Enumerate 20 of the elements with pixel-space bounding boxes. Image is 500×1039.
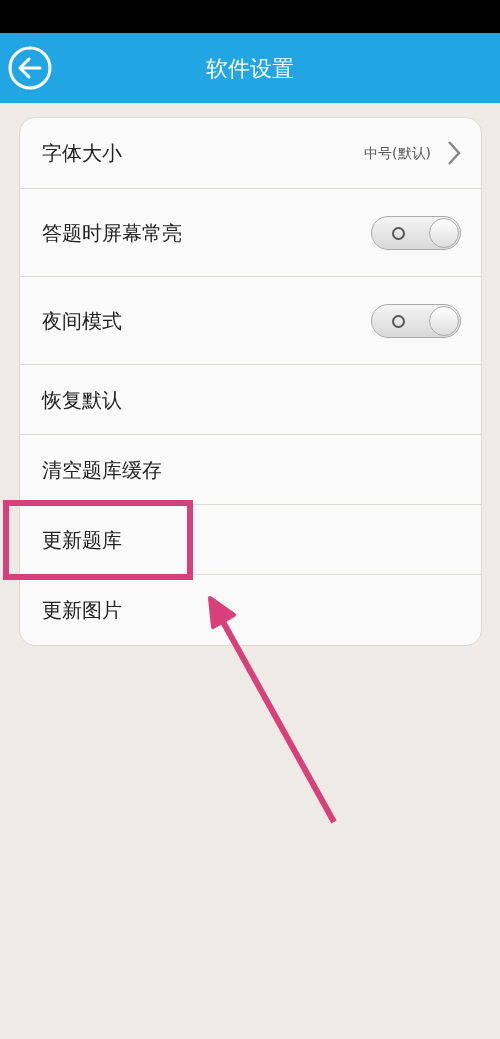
toggle-switch[interactable] [371,215,461,250]
chevron-right-icon [447,140,461,166]
page-title: 软件设置 [206,54,294,83]
setting-label: 清空题库缓存 [42,456,162,484]
setting-label: 恢复默认 [42,386,122,414]
setting-label: 字体大小 [42,140,122,167]
settings-row[interactable]: 清空题库缓存 [20,435,481,505]
setting-value: 中号(默认) [364,143,431,163]
settings-row[interactable]: 答题时屏幕常亮 [20,189,481,277]
setting-label: 答题时屏幕常亮 [42,219,182,247]
settings-row[interactable]: 夜间模式 [20,277,481,365]
setting-label: 更新题库 [42,526,122,554]
settings-row[interactable]: 更新题库 [20,505,481,575]
setting-label: 更新图片 [42,597,122,624]
toggle-switch[interactable] [371,303,461,338]
setting-label: 夜间模式 [42,307,122,335]
back-button[interactable] [8,46,52,90]
settings-row[interactable]: 更新图片 [20,575,481,645]
settings-row[interactable]: 字体大小 中号(默认) [20,118,481,189]
settings-row[interactable]: 恢复默认 [20,365,481,435]
